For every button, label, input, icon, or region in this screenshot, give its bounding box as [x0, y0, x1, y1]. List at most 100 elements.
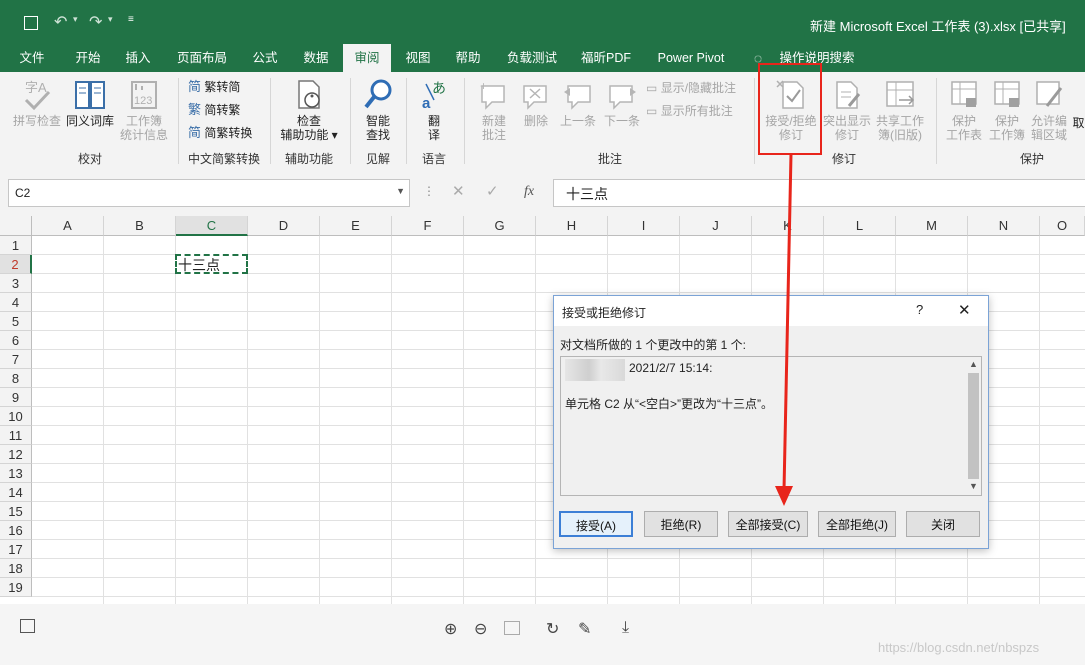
tab-load-test[interactable]: 负载测试	[500, 44, 564, 72]
column-header[interactable]: E	[320, 216, 392, 236]
reject-button[interactable]: 拒绝(R)	[644, 511, 718, 537]
row-header[interactable]: 8	[0, 369, 32, 388]
next-comment-button[interactable]: 下一条	[600, 78, 644, 128]
row-header[interactable]: 7	[0, 350, 32, 369]
close-icon[interactable]: ✕	[958, 301, 971, 319]
formula-input[interactable]: 十三点	[553, 179, 1085, 207]
column-header[interactable]: G	[464, 216, 536, 236]
highlight-changes-button[interactable]: 突出显示 修订	[822, 78, 872, 142]
redo-icon[interactable]: ↷	[89, 12, 102, 32]
row-header[interactable]: 1	[0, 236, 32, 255]
tab-page-layout[interactable]: 页面布局	[170, 44, 234, 72]
row-header[interactable]: 11	[0, 426, 32, 445]
zoom-out-icon[interactable]: ⊖	[474, 619, 487, 639]
tab-foxit-pdf[interactable]: 福昕PDF	[572, 44, 640, 72]
row-header[interactable]: 13	[0, 464, 32, 483]
edit-icon[interactable]: ✎	[578, 619, 591, 639]
delete-comment-button[interactable]: 删除	[516, 78, 556, 128]
check-accessibility-button[interactable]: 检查 辅助功能 ▾	[276, 78, 342, 142]
show-hide-comments-button[interactable]: ▭ 显示/隐藏批注	[646, 81, 736, 95]
spell-check-button[interactable]: 字A 拼写检查	[10, 78, 64, 128]
row-header[interactable]: 4	[0, 293, 32, 312]
tab-home[interactable]: 开始	[64, 44, 112, 72]
column-header[interactable]: J	[680, 216, 752, 236]
column-header[interactable]: L	[824, 216, 896, 236]
translate-button[interactable]: あ a 翻 译	[412, 78, 456, 142]
more-options-icon[interactable]: ⋮	[423, 184, 435, 198]
column-header[interactable]: N	[968, 216, 1040, 236]
save-icon[interactable]	[24, 16, 38, 30]
close-button[interactable]: 关闭	[906, 511, 980, 537]
column-header[interactable]: O	[1040, 216, 1085, 236]
thumbnail-icon[interactable]	[20, 619, 35, 633]
show-all-comments-button[interactable]: ▭ 显示所有批注	[646, 104, 733, 118]
share-workbook-button[interactable]: 共享工作 簿(旧版)	[872, 78, 928, 142]
download-icon[interactable]: ⤓	[622, 619, 629, 637]
accept-all-button[interactable]: 全部接受(C)	[728, 511, 808, 537]
row-header[interactable]: 18	[0, 559, 32, 578]
protect-workbook-icon	[994, 81, 1020, 107]
tab-data[interactable]: 数据	[292, 44, 340, 72]
accept-button[interactable]: 接受(A)	[559, 511, 633, 537]
cancel-icon[interactable]: ✕	[452, 182, 465, 200]
new-comment-button[interactable]: + 新建 批注	[472, 78, 516, 142]
help-icon[interactable]: ?	[916, 302, 923, 317]
protect-workbook-button[interactable]: 保护 工作簿	[986, 78, 1028, 142]
workbook-statistics-button[interactable]: 123 工作簿 统计信息	[116, 78, 172, 142]
row-header[interactable]: 6	[0, 331, 32, 350]
name-box[interactable]: C2 ▼	[8, 179, 410, 207]
zoom-in-icon[interactable]: ⊕	[444, 619, 457, 639]
row-header[interactable]: 9	[0, 388, 32, 407]
unshare-workbook-button[interactable]: 取	[1072, 116, 1085, 130]
tab-power-pivot[interactable]: Power Pivot	[648, 44, 734, 72]
simp-to-trad-button[interactable]: 繁 简转繁	[188, 103, 240, 118]
actual-size-icon[interactable]	[504, 621, 520, 635]
row-header[interactable]: 15	[0, 502, 32, 521]
select-all-corner[interactable]	[0, 216, 32, 236]
protect-sheet-button[interactable]: 保护 工作表	[942, 78, 986, 142]
row-header[interactable]: 2	[0, 255, 32, 274]
trad-to-simp-button[interactable]: 简 繁转简	[188, 80, 240, 95]
column-header[interactable]: M	[896, 216, 968, 236]
smart-lookup-button[interactable]: 智能 查找	[356, 78, 400, 142]
row-header[interactable]: 12	[0, 445, 32, 464]
enter-icon[interactable]: ✓	[486, 182, 499, 200]
tab-help[interactable]: 帮助	[444, 44, 492, 72]
row-header[interactable]: 10	[0, 407, 32, 426]
scrollbar-thumb[interactable]	[968, 373, 979, 479]
undo-icon[interactable]: ↶	[54, 12, 67, 32]
column-header[interactable]: B	[104, 216, 176, 236]
simp-trad-convert-button[interactable]: 简 简繁转换	[188, 126, 252, 141]
customize-qat-icon[interactable]: ≡	[128, 14, 134, 25]
column-header[interactable]: H	[536, 216, 608, 236]
column-header[interactable]: D	[248, 216, 320, 236]
column-header[interactable]: F	[392, 216, 464, 236]
tab-formulas[interactable]: 公式	[242, 44, 288, 72]
row-header[interactable]: 3	[0, 274, 32, 293]
thesaurus-button[interactable]: 同义词库	[62, 78, 118, 128]
undo-dropdown-icon[interactable]: ▾	[73, 14, 78, 25]
scrollbar[interactable]: ▲ ▼	[966, 357, 981, 495]
redo-dropdown-icon[interactable]: ▾	[108, 14, 113, 25]
scroll-down-icon[interactable]: ▼	[969, 481, 978, 491]
row-header[interactable]: 14	[0, 483, 32, 502]
cell-c2[interactable]: 十三点	[175, 254, 248, 274]
tab-insert[interactable]: 插入	[114, 44, 162, 72]
scroll-up-icon[interactable]: ▲	[969, 359, 978, 369]
previous-comment-button[interactable]: 上一条	[556, 78, 600, 128]
tab-view[interactable]: 视图	[394, 44, 442, 72]
row-header[interactable]: 17	[0, 540, 32, 559]
row-header[interactable]: 5	[0, 312, 32, 331]
tab-review[interactable]: 审阅	[343, 44, 391, 72]
row-header[interactable]: 16	[0, 521, 32, 540]
column-header[interactable]: I	[608, 216, 680, 236]
insert-function-icon[interactable]: fx	[524, 184, 534, 200]
row-header[interactable]: 19	[0, 578, 32, 597]
tab-file[interactable]: 文件	[8, 44, 56, 72]
chevron-down-icon[interactable]: ▼	[396, 186, 405, 196]
rotate-icon[interactable]: ↻	[546, 619, 559, 639]
column-header[interactable]: C	[176, 216, 248, 236]
column-header[interactable]: A	[32, 216, 104, 236]
reject-all-button[interactable]: 全部拒绝(J)	[818, 511, 896, 537]
allow-edit-ranges-button[interactable]: 允许编 辑区域	[1028, 78, 1070, 142]
